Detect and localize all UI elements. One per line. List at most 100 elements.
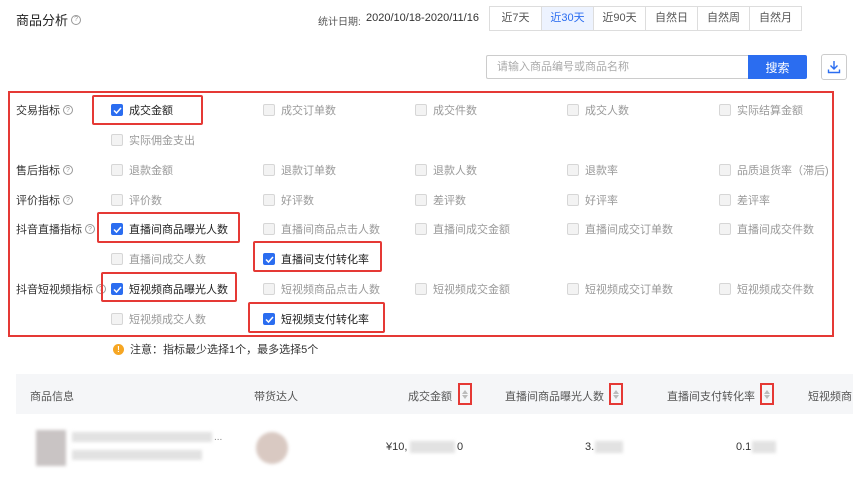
checkbox-icon [567,283,579,295]
product-id-blurred [72,450,202,460]
tab-30-days[interactable]: 近30天 [542,7,594,30]
column-header-live-exposure: 直播间商品曝光人数 [505,391,604,403]
row-label-text: 评价指标 [16,195,60,207]
checkbox-label: 实际结算金额 [737,105,803,117]
checkbox-live-orders[interactable]: 直播间成交订单数 [567,221,673,237]
avatar [256,432,288,464]
checkbox-icon [415,164,427,176]
column-header-amount: 成交金额 [408,391,452,403]
checkbox-negative-rate[interactable]: 差评率 [719,192,770,208]
checkbox-label: 退款订单数 [281,165,336,177]
checkbox-icon [415,283,427,295]
checkbox-trade-orders[interactable]: 成交订单数 [263,102,336,118]
tab-90-days[interactable]: 近90天 [594,7,646,30]
checkbox-video-conversion[interactable]: 短视频支付转化率 [263,311,369,327]
checkbox-live-conversion[interactable]: 直播间支付转化率 [263,251,369,267]
checkbox-label: 好评率 [585,195,618,207]
help-icon[interactable]: ? [85,224,95,234]
search-button[interactable]: 搜索 [748,55,807,79]
tab-7-days[interactable]: 近7天 [490,7,542,30]
checkbox-review-count[interactable]: 评价数 [111,192,162,208]
sort-amount-button[interactable] [458,383,472,405]
checkbox-live-exposure[interactable]: 直播间商品曝光人数 [111,221,228,237]
checkbox-icon [415,194,427,206]
checkbox-quality-return-rate[interactable]: 品质退货率（滞后) [719,162,829,178]
checkbox-trade-buyers[interactable]: 成交人数 [567,102,629,118]
checkbox-refund-orders[interactable]: 退款订单数 [263,162,336,178]
checkbox-label: 差评率 [737,195,770,207]
checkbox-label: 品质退货率（滞后) [737,165,829,177]
sort-down-icon [613,394,619,399]
checkbox-refund-rate[interactable]: 退款率 [567,162,618,178]
sort-live-conversion-button[interactable] [760,383,774,405]
checkbox-icon [263,194,275,206]
checkbox-trade-commission[interactable]: 实际佣金支出 [111,132,195,148]
checkbox-label: 短视频支付转化率 [281,314,369,326]
download-button[interactable] [821,54,847,80]
conversion-value-blurred [752,441,776,453]
checkbox-label: 短视频成交件数 [737,284,814,296]
checkbox-trade-pieces[interactable]: 成交件数 [415,102,477,118]
warning-icon: ! [113,343,124,355]
checkbox-icon [567,194,579,206]
row-label-review: 评价指标? [16,192,73,208]
checkbox-label: 直播间成交件数 [737,224,814,236]
checkbox-video-pieces[interactable]: 短视频成交件数 [719,281,814,297]
checkbox-video-exposure[interactable]: 短视频商品曝光人数 [111,281,228,297]
checkbox-video-amount[interactable]: 短视频成交金额 [415,281,510,297]
checkbox-label: 成交金额 [129,105,173,117]
checkbox-negative-count[interactable]: 差评数 [415,192,466,208]
sort-live-exposure-button[interactable] [609,383,623,405]
help-icon[interactable]: ? [63,195,73,205]
checkbox-refund-buyers[interactable]: 退款人数 [415,162,477,178]
checkbox-positive-rate[interactable]: 好评率 [567,192,618,208]
checkbox-icon [111,194,123,206]
checkbox-video-orders[interactable]: 短视频成交订单数 [567,281,673,297]
help-icon[interactable]: ? [63,105,73,115]
checkbox-icon [263,104,275,116]
amount-value-prefix: ¥10, [386,441,408,453]
checkbox-icon [263,223,275,235]
period-tabs: 近7天 近30天 近90天 自然日 自然周 自然月 [489,6,802,31]
row-label-text: 抖音直播指标 [16,224,82,236]
checkbox-label: 直播间支付转化率 [281,254,369,266]
exposure-value-blurred [595,441,623,453]
checkbox-label: 成交人数 [585,105,629,117]
checkbox-label: 短视频成交人数 [129,314,206,326]
checkbox-live-pieces[interactable]: 直播间成交件数 [719,221,814,237]
row-label-text: 交易指标 [16,105,60,117]
checkbox-live-clicks[interactable]: 直播间商品点击人数 [263,221,380,237]
checkbox-label: 评价数 [129,195,162,207]
checkbox-label: 差评数 [433,195,466,207]
checkbox-icon [719,104,731,116]
checkbox-checked-icon [111,104,123,116]
help-icon[interactable]: ? [71,14,82,25]
row-label-live: 抖音直播指标? [16,221,95,237]
checkbox-icon [263,283,275,295]
checkbox-video-buyers[interactable]: 短视频成交人数 [111,311,206,327]
checkbox-live-amount[interactable]: 直播间成交金额 [415,221,510,237]
checkbox-checked-icon [263,313,275,325]
checkbox-trade-settled[interactable]: 实际结算金额 [719,102,803,118]
checkbox-refund-amount[interactable]: 退款金额 [111,162,173,178]
download-icon [827,61,841,74]
date-range: 2020/10/18-2020/11/16 [366,12,479,24]
checkbox-icon [719,223,731,235]
exposure-value-prefix: 3. [585,441,595,453]
checkbox-video-clicks[interactable]: 短视频商品点击人数 [263,281,380,297]
tab-natural-day[interactable]: 自然日 [646,7,698,30]
checkbox-positive-count[interactable]: 好评数 [263,192,314,208]
tab-natural-week[interactable]: 自然周 [698,7,750,30]
checkbox-live-buyers[interactable]: 直播间成交人数 [111,251,206,267]
checkbox-checked-icon [263,253,275,265]
checkbox-trade-amount[interactable]: 成交金额 [111,102,173,118]
checkbox-icon [567,223,579,235]
column-header-product: 商品信息 [30,391,74,403]
amount-value-suffix: 0 [457,441,464,453]
help-icon[interactable]: ? [63,165,73,175]
tab-natural-month[interactable]: 自然月 [750,7,801,30]
selection-notice: ! 注意：指标最少选择1个，最多选择5个 [113,341,318,357]
search-input[interactable] [486,55,749,79]
row-label-text: 抖音短视频指标 [16,284,93,296]
sort-up-icon [462,389,468,394]
